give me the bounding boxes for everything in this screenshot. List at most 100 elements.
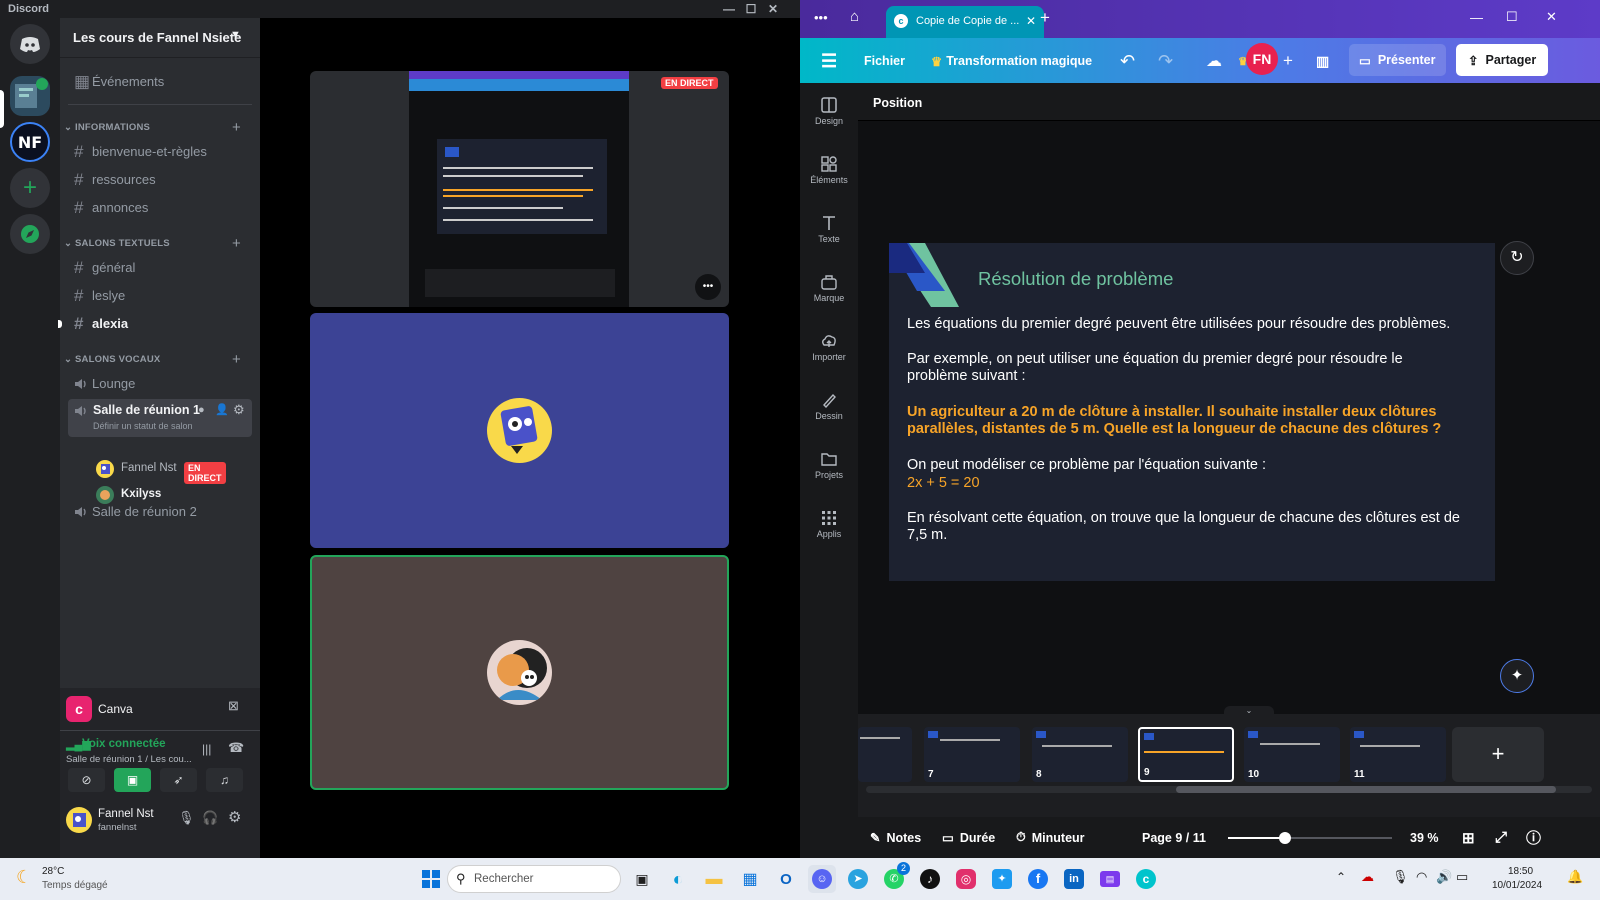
close-activity-icon[interactable]: ⊠ bbox=[228, 698, 239, 714]
chat-icon[interactable]: ● bbox=[198, 404, 205, 416]
zoom-level[interactable]: 39 % bbox=[1410, 817, 1439, 858]
page-thumbnail[interactable]: 11 bbox=[1350, 727, 1446, 782]
canva-activity-icon[interactable]: c bbox=[66, 696, 92, 722]
disconnect-icon[interactable]: ☎ bbox=[228, 740, 244, 756]
zoom-slider[interactable] bbox=[1228, 832, 1392, 844]
weather-icon[interactable]: ☾ bbox=[16, 867, 32, 888]
microphone-icon[interactable]: 🎙 bbox=[178, 810, 195, 826]
notes-button[interactable]: ✎ Notes bbox=[870, 817, 921, 858]
tiktok-icon[interactable]: ♪ bbox=[916, 865, 944, 893]
more-options-button[interactable]: ••• bbox=[695, 274, 721, 300]
stream-tile[interactable]: EN DIRECT ••• bbox=[310, 71, 729, 307]
notification-bell-icon[interactable]: 🔔 bbox=[1567, 869, 1583, 885]
channel-annonces[interactable]: # annonces bbox=[68, 194, 252, 220]
minimize-icon[interactable]: — bbox=[1470, 10, 1483, 25]
redo-icon[interactable]: ↷ bbox=[1158, 47, 1173, 75]
soundboard-button[interactable]: ♫ bbox=[206, 768, 243, 792]
add-channel-icon[interactable]: + bbox=[232, 235, 241, 252]
page-thumbnail[interactable]: 8 bbox=[1032, 727, 1128, 782]
battery-icon[interactable]: ▭ bbox=[1456, 869, 1468, 885]
more-icon[interactable]: ••• bbox=[814, 10, 828, 25]
collapse-thumbs-icon[interactable]: ⌄ bbox=[1224, 706, 1274, 715]
page-thumbnail[interactable]: 10 bbox=[1244, 727, 1340, 782]
rail-text[interactable]: Texte bbox=[800, 215, 858, 244]
weather-desc[interactable]: Temps dégagé bbox=[42, 880, 108, 891]
events-link[interactable]: ▦ Événements bbox=[68, 68, 252, 94]
participant-tile-fannel[interactable] bbox=[310, 313, 729, 548]
page-thumbnail-selected[interactable]: 9 bbox=[1138, 727, 1234, 782]
weather-temp[interactable]: 28°C bbox=[42, 866, 64, 877]
headphones-icon[interactable]: 🎧 bbox=[202, 810, 218, 826]
share-button[interactable]: ⇪ Partager bbox=[1456, 44, 1549, 76]
voice-channel-lounge[interactable]: Lounge bbox=[68, 370, 252, 396]
participant-tile-kxilyss[interactable] bbox=[310, 555, 729, 790]
file-explorer-icon[interactable]: ▬ bbox=[700, 865, 728, 893]
category-salons-vocaux[interactable]: ⌄ SALONS VOCAUX + bbox=[64, 351, 241, 368]
page-thumbnail[interactable] bbox=[858, 727, 912, 782]
task-view-icon[interactable]: ▣ bbox=[628, 865, 656, 893]
analytics-icon[interactable]: ▥ bbox=[1316, 47, 1329, 75]
noise-suppression-icon[interactable]: ||| bbox=[202, 742, 211, 756]
fullscreen-icon[interactable]: ⤢ bbox=[1495, 817, 1507, 858]
screen-share-button[interactable]: ▣ bbox=[114, 768, 151, 792]
new-tab-icon[interactable]: + bbox=[1040, 8, 1050, 28]
add-collaborator-icon[interactable]: + bbox=[1283, 47, 1293, 75]
scrollbar-thumb[interactable] bbox=[1176, 786, 1556, 793]
twitter-icon[interactable]: ✦ bbox=[988, 865, 1016, 893]
add-server-icon[interactable]: + bbox=[10, 168, 50, 208]
home-icon[interactable]: ⌂ bbox=[850, 8, 859, 25]
channel-status[interactable]: Définir un statut de salon bbox=[93, 421, 193, 431]
rail-apps[interactable]: Applis bbox=[800, 510, 858, 539]
rail-elements[interactable]: Éléments bbox=[800, 156, 858, 185]
close-icon[interactable]: ✕ bbox=[1546, 9, 1557, 25]
linkedin-icon[interactable]: in bbox=[1060, 865, 1088, 893]
file-menu[interactable]: Fichier bbox=[864, 47, 905, 75]
activity-button[interactable]: ➶ bbox=[160, 768, 197, 792]
timer-button[interactable]: ⏱ Minuteur bbox=[1016, 817, 1085, 858]
channel-general[interactable]: # général bbox=[68, 254, 252, 280]
magic-sparkle-icon[interactable]: ✦ bbox=[1500, 659, 1534, 693]
thumbs-scrollbar[interactable] bbox=[866, 786, 1592, 793]
category-salons-textuels[interactable]: ⌄ SALONS TEXTUELS + bbox=[64, 235, 241, 252]
search-box[interactable]: ⚲ Rechercher bbox=[447, 865, 621, 893]
maximize-icon[interactable]: ☐ bbox=[744, 2, 758, 16]
slide-page[interactable]: Résolution de problème Les équations du … bbox=[889, 243, 1495, 581]
discover-icon[interactable] bbox=[10, 214, 50, 254]
connection-detail[interactable]: Salle de réunion 1 / Les cou... bbox=[66, 754, 192, 765]
voice-channel-room1[interactable]: Salle de réunion 1 Définir un statut de … bbox=[68, 399, 252, 437]
store-icon[interactable]: ▦ bbox=[736, 865, 764, 893]
add-page-button[interactable]: + bbox=[1452, 727, 1544, 782]
camera-off-button[interactable]: ⊘ bbox=[68, 768, 105, 792]
menu-icon[interactable]: ☰ bbox=[821, 47, 837, 75]
connection-status[interactable]: Voix connectée bbox=[82, 738, 166, 750]
minimize-icon[interactable]: — bbox=[722, 2, 736, 16]
rail-upload[interactable]: Importer bbox=[800, 333, 858, 362]
add-channel-icon[interactable]: + bbox=[232, 119, 241, 136]
chevron-up-icon[interactable]: ⌃ bbox=[1336, 870, 1346, 884]
edge-icon[interactable]: ◐ bbox=[664, 865, 692, 893]
discord-taskbar-icon[interactable]: ☺ bbox=[808, 865, 836, 893]
server-icon-courses[interactable] bbox=[10, 76, 50, 116]
canva-taskbar-icon[interactable]: c bbox=[1132, 865, 1160, 893]
magic-button[interactable]: ♛ Transformation magique bbox=[931, 47, 1092, 75]
maximize-icon[interactable]: ☐ bbox=[1506, 9, 1518, 25]
tray-cloud-icon[interactable]: ☁ bbox=[1361, 869, 1374, 885]
channel-bienvenue[interactable]: # bienvenue-et-règles bbox=[68, 138, 252, 164]
cloud-save-icon[interactable]: ☁ bbox=[1206, 47, 1222, 75]
rail-projects[interactable]: Projets bbox=[800, 451, 858, 480]
facebook-icon[interactable]: f bbox=[1024, 865, 1052, 893]
voice-channel-room2[interactable]: Salle de réunion 2 bbox=[68, 498, 252, 524]
start-button[interactable] bbox=[417, 865, 445, 893]
grid-view-icon[interactable]: ⊞ bbox=[1462, 817, 1475, 858]
present-button[interactable]: ▭ Présenter bbox=[1349, 44, 1446, 76]
help-icon[interactable]: ⓘ bbox=[1526, 817, 1541, 858]
channel-ressources[interactable]: # ressources bbox=[68, 166, 252, 192]
tab-document[interactable]: c Copie de Copie de ... ✕ bbox=[886, 6, 1044, 38]
category-informations[interactable]: ⌄ INFORMATIONS + bbox=[64, 119, 241, 136]
page-indicator[interactable]: Page 9 / 11 bbox=[1142, 817, 1206, 858]
gear-icon[interactable]: ⚙ bbox=[228, 808, 241, 826]
user-avatar[interactable]: FN bbox=[1246, 43, 1278, 75]
channel-leslye[interactable]: # leslye bbox=[68, 282, 252, 308]
outlook-icon[interactable]: O bbox=[772, 865, 800, 893]
server-header[interactable]: Les cours de Fannel Nsiete ▼ bbox=[60, 18, 260, 58]
